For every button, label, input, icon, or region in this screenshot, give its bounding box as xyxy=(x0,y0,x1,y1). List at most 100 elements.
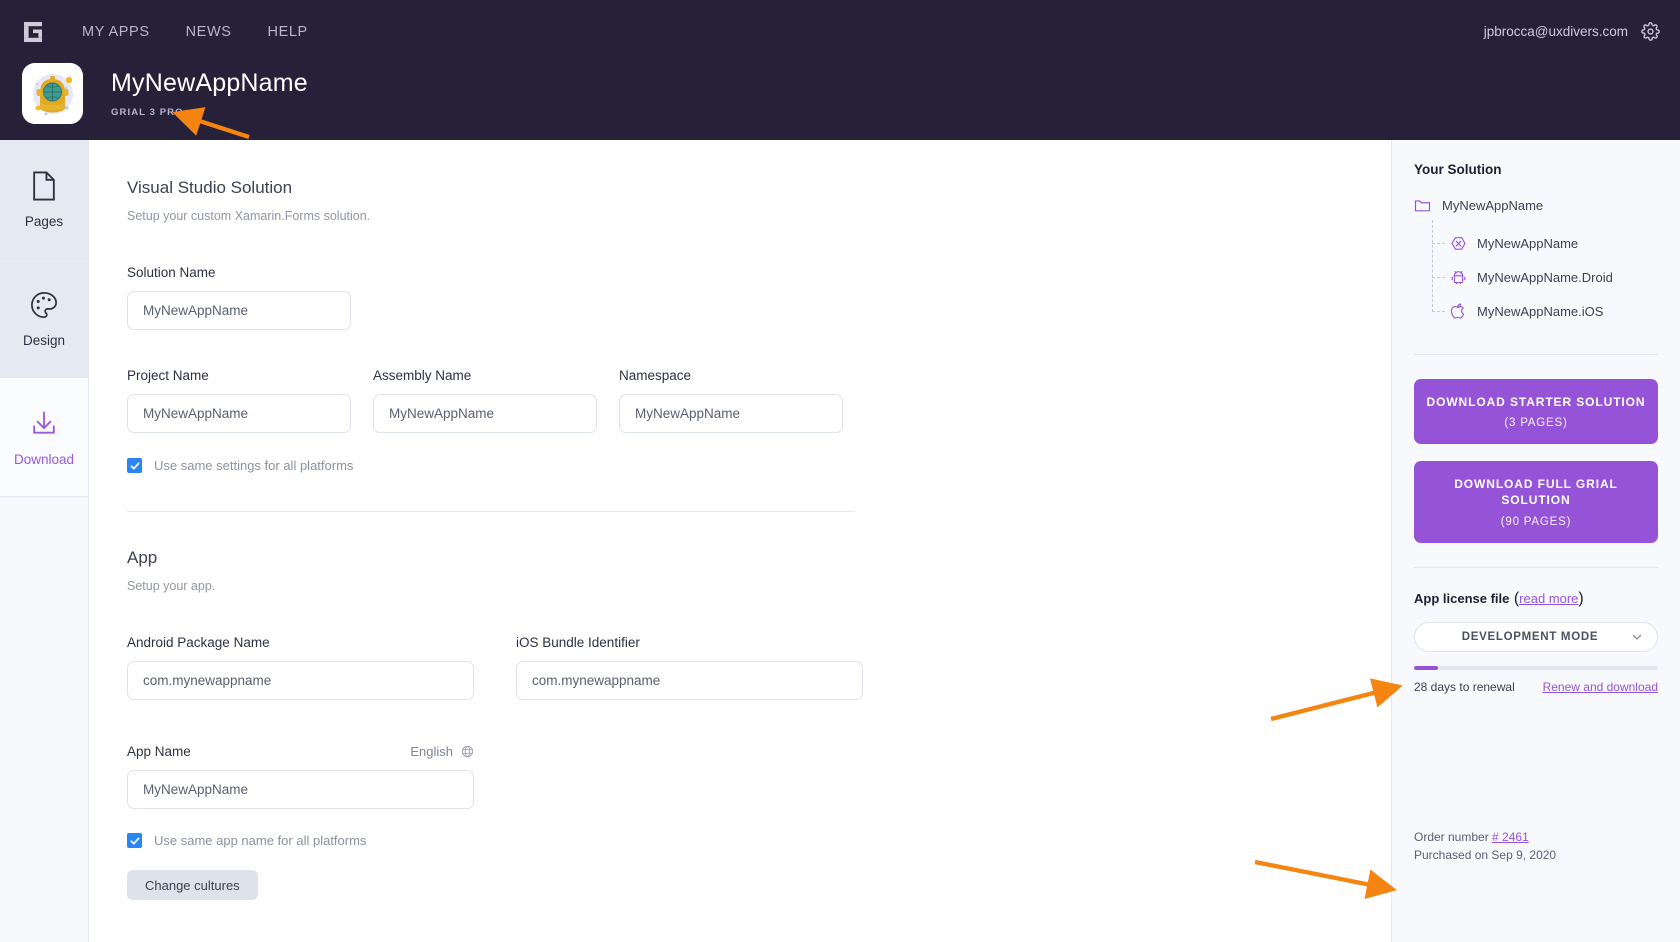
bundle-fields-row: Android Package Name com.mynewappname iO… xyxy=(127,635,1289,700)
tree-label-shared: MyNewAppName xyxy=(1477,235,1579,251)
download-full-pages: (90 PAGES) xyxy=(1500,515,1572,528)
solution-section-title: Visual Studio Solution xyxy=(127,178,293,197)
ios-bundle-field: iOS Bundle Identifier com.mynewappname xyxy=(516,635,863,700)
solution-name-label: Solution Name xyxy=(127,265,216,280)
your-solution-title: Your Solution xyxy=(1414,162,1502,177)
download-icon xyxy=(29,408,59,440)
app-section-subtitle: Setup your app. xyxy=(127,579,216,593)
same-app-name-checkbox-row[interactable]: Use same app name for all platforms xyxy=(127,833,1289,848)
globe-icon[interactable] xyxy=(461,745,474,758)
tree-label-droid: MyNewAppName.Droid xyxy=(1477,269,1613,285)
main-navigation: MY APPS NEWS HELP jpbrocca@uxdivers.com xyxy=(0,0,1680,63)
same-app-name-label: Use same app name for all platforms xyxy=(154,833,367,848)
palette-icon xyxy=(29,289,59,321)
apple-icon xyxy=(1450,302,1467,320)
sidebar-item-download[interactable]: Download xyxy=(0,378,88,497)
tree-root-item[interactable]: MyNewAppName xyxy=(1414,197,1658,214)
tree-item-ios[interactable]: MyNewAppName.iOS xyxy=(1432,294,1658,328)
right-panel-divider-top xyxy=(1414,354,1658,355)
tree-root-label: MyNewAppName xyxy=(1442,198,1544,213)
app-name-label: App Name xyxy=(127,744,191,759)
assembly-name-field: Assembly Name MyNewAppName xyxy=(373,368,597,433)
android-package-label: Android Package Name xyxy=(127,635,270,650)
assembly-name-input[interactable]: MyNewAppName xyxy=(373,394,597,433)
document-icon xyxy=(29,170,59,202)
chevron-down-icon xyxy=(1631,631,1643,643)
left-sidebar: Pages Design Download xyxy=(0,140,89,942)
renew-and-download-link[interactable]: Renew and download xyxy=(1543,680,1658,694)
sidebar-label-download: Download xyxy=(13,451,75,467)
solution-section: Visual Studio Solution Setup your custom… xyxy=(127,178,1289,512)
same-settings-checkbox[interactable] xyxy=(127,458,142,473)
tree-item-shared[interactable]: MyNewAppName xyxy=(1432,226,1658,260)
download-full-solution-button[interactable]: DOWNLOAD FULL GRIAL SOLUTION (90 PAGES) xyxy=(1414,461,1658,543)
app-name-field: App Name English MyNewAppName xyxy=(127,744,1289,809)
app-root: MY APPS NEWS HELP jpbrocca@uxdivers.com xyxy=(0,0,1680,942)
app-section: App Setup your app. Android Package Name… xyxy=(127,548,1289,900)
license-paren-close: ) xyxy=(1578,589,1584,607)
right-panel-divider-bottom xyxy=(1414,566,1658,568)
sidebar-item-design[interactable]: Design xyxy=(0,259,88,378)
solution-tree: MyNewAppName MyNewAppName MyNewAppName.D… xyxy=(1414,197,1658,328)
sidebar-item-pages[interactable]: Pages xyxy=(0,140,88,259)
project-name-input[interactable]: MyNewAppName xyxy=(127,394,351,433)
app-section-title: App xyxy=(127,548,158,567)
main-content: Visual Studio Solution Setup your custom… xyxy=(89,140,1289,942)
top-header: MY APPS NEWS HELP jpbrocca@uxdivers.com xyxy=(0,0,1680,140)
right-panel: Your Solution MyNewAppName MyNewAppName … xyxy=(1391,140,1680,942)
user-email: jpbrocca@uxdivers.com xyxy=(1483,24,1628,39)
gear-icon[interactable] xyxy=(1641,22,1660,41)
same-settings-checkbox-row[interactable]: Use same settings for all platforms xyxy=(127,458,1289,473)
xamarin-icon xyxy=(1450,235,1467,252)
license-progress-fill xyxy=(1414,665,1439,670)
sidebar-label-pages: Pages xyxy=(24,213,64,229)
namespace-input[interactable]: MyNewAppName xyxy=(619,394,843,433)
license-progress-bar xyxy=(1414,665,1658,670)
license-section: App license file (read more) DEVELOPMENT… xyxy=(1414,590,1658,694)
license-mode-value: DEVELOPMENT MODE xyxy=(1461,630,1599,643)
diving-helmet-icon xyxy=(22,63,83,124)
order-info: Order number # 2461 Purchased on Sep 9, … xyxy=(1414,828,1556,864)
nav-item-my-apps[interactable]: MY APPS xyxy=(82,24,150,40)
grial-logo-icon[interactable] xyxy=(22,20,44,44)
tree-branch-line xyxy=(1432,311,1445,312)
solution-section-subtitle: Setup your custom Xamarin.Forms solution… xyxy=(127,209,371,223)
android-package-input[interactable]: com.mynewappname xyxy=(127,661,474,700)
nav-item-news[interactable]: NEWS xyxy=(186,24,232,40)
user-area: jpbrocca@uxdivers.com xyxy=(1484,0,1660,63)
tree-item-droid[interactable]: MyNewAppName.Droid xyxy=(1432,260,1658,294)
download-starter-label: DOWNLOAD STARTER SOLUTION xyxy=(1426,395,1646,409)
folder-icon xyxy=(1414,197,1431,214)
project-name-field: Project Name MyNewAppName xyxy=(127,368,351,433)
sidebar-label-design: Design xyxy=(22,332,66,348)
app-name-input[interactable]: MyNewAppName xyxy=(127,770,474,809)
change-cultures-button[interactable]: Change cultures xyxy=(127,870,258,900)
download-starter-pages: (3 PAGES) xyxy=(1504,417,1568,430)
license-renew-row: 28 days to renewal Renew and download xyxy=(1414,680,1658,694)
namespace-label: Namespace xyxy=(619,368,692,383)
android-icon xyxy=(1450,269,1467,286)
app-title-block: MyNewAppName GRIAL 3 PRO xyxy=(111,63,308,118)
same-app-name-checkbox[interactable] xyxy=(127,833,142,848)
app-name-language[interactable]: English xyxy=(410,744,453,759)
order-number-line: Order number # 2461 xyxy=(1414,828,1556,846)
solution-name-input[interactable]: MyNewAppName xyxy=(127,291,351,330)
order-number-link[interactable]: # 2461 xyxy=(1492,830,1529,844)
license-read-more-link[interactable]: read more xyxy=(1519,591,1578,606)
days-to-renewal: 28 days to renewal xyxy=(1414,679,1515,694)
download-starter-solution-button[interactable]: DOWNLOAD STARTER SOLUTION (3 PAGES) xyxy=(1414,379,1658,445)
order-number-label: Order number xyxy=(1414,830,1489,844)
license-mode-select[interactable]: DEVELOPMENT MODE xyxy=(1414,621,1658,652)
ios-bundle-label: iOS Bundle Identifier xyxy=(516,635,640,650)
nav-item-help[interactable]: HELP xyxy=(268,24,308,40)
project-fields-row: Project Name MyNewAppName Assembly Name … xyxy=(127,368,1289,433)
tree-branch-line xyxy=(1432,243,1445,244)
purchase-date: Purchased on Sep 9, 2020 xyxy=(1414,848,1557,862)
tree-label-ios: MyNewAppName.iOS xyxy=(1477,303,1604,319)
download-full-label: DOWNLOAD FULL GRIAL SOLUTION xyxy=(1454,477,1618,508)
arrow-to-renewal xyxy=(1270,678,1403,722)
android-package-field: Android Package Name com.mynewappname xyxy=(127,635,474,700)
ios-bundle-input[interactable]: com.mynewappname xyxy=(516,661,863,700)
license-title: App license file xyxy=(1414,590,1510,606)
license-title-row: App license file (read more) xyxy=(1414,590,1658,608)
